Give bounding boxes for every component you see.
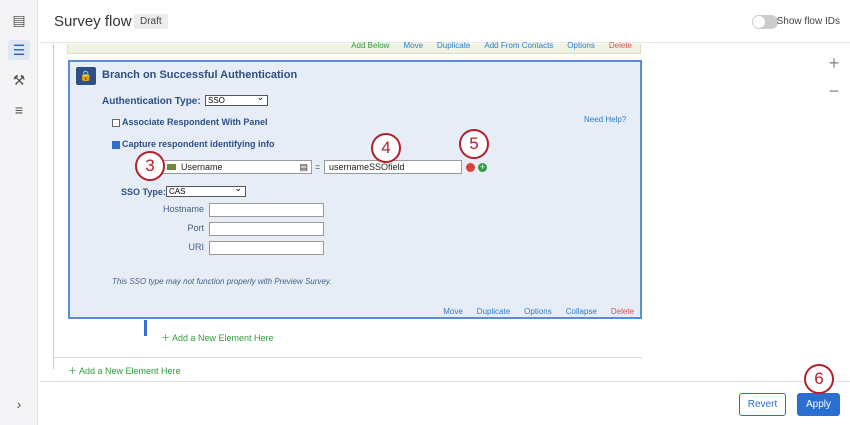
need-help-link[interactable]: Need Help? [584, 115, 626, 124]
auth-type-select[interactable]: SSO [205, 93, 268, 106]
page-title: Survey flow [54, 13, 132, 30]
equals-sign: = [315, 162, 321, 172]
move-link[interactable]: Move [443, 307, 463, 316]
port-label: Port [187, 223, 204, 233]
footer: Revert Apply [39, 381, 850, 425]
add-from-contacts-link[interactable]: Add From Contacts [484, 41, 553, 50]
status-badge: Draft [134, 14, 168, 29]
options-link[interactable]: Options [567, 41, 595, 50]
uri-input[interactable] [209, 241, 324, 255]
toggle-label: Show flow IDs [776, 16, 840, 27]
add-inner-label: Add a New Element Here [172, 333, 274, 343]
apply-button[interactable]: Apply [797, 393, 840, 416]
add-element-outer-link[interactable]: ＋ Add a New Element Here [68, 364, 181, 377]
zoom-in-button[interactable]: + [821, 53, 847, 77]
field-icon [167, 164, 176, 170]
look-and-feel-icon[interactable]: ⚒ [8, 70, 30, 90]
add-below-link[interactable]: Add Below [351, 41, 389, 50]
revert-button[interactable]: Revert [739, 393, 786, 416]
move-link[interactable]: Move [403, 41, 423, 50]
zoom-out-button[interactable]: − [821, 81, 847, 105]
flow-canvas: Add Below Move Duplicate Add From Contac… [39, 41, 850, 381]
capture-checkbox[interactable]: Capture respondent identifying info [112, 139, 275, 149]
sidebar: ▤ ☰ ⚒ ≡ › [0, 0, 38, 425]
header: Survey flow Draft Show flow IDs [39, 0, 850, 43]
duplicate-link[interactable]: Duplicate [477, 307, 510, 316]
callout-3: 3 [135, 151, 165, 181]
delete-link[interactable]: Delete [611, 307, 634, 316]
associate-label: Associate Respondent With Panel [122, 117, 268, 127]
hostname-input[interactable] [209, 203, 324, 217]
callout-5: 5 [459, 129, 489, 159]
divider [54, 357, 642, 358]
remove-icon[interactable] [466, 163, 475, 172]
callout-4: 4 [371, 133, 401, 163]
sso-warning-note: This SSO type may not function properly … [112, 277, 332, 286]
branch-arrow-icon [144, 320, 147, 336]
field-picker-icon[interactable]: ▤ [299, 161, 308, 173]
add-outer-label: Add a New Element Here [79, 366, 181, 376]
uri-label: URI [188, 242, 205, 252]
callout-6: 6 [804, 364, 834, 394]
authenticator-branch: 🔒 Branch on Successful Authentication Au… [68, 60, 642, 319]
sso-type-label: SSO Type: [121, 187, 166, 197]
field-name: Username [181, 162, 223, 172]
collapse-link[interactable]: Collapse [566, 307, 597, 316]
survey-icon[interactable]: ▤ [8, 10, 30, 30]
auth-type-label: Authentication Type: [102, 96, 201, 107]
delete-link[interactable]: Delete [609, 41, 632, 50]
survey-options-icon[interactable]: ≡ [8, 100, 30, 120]
add-icon[interactable]: + [478, 163, 487, 172]
flow-line [53, 44, 54, 369]
associate-checkbox[interactable]: Associate Respondent With Panel [112, 117, 267, 127]
lock-icon: 🔒 [76, 67, 96, 85]
duplicate-link[interactable]: Duplicate [437, 41, 470, 50]
sso-type-select[interactable]: CAS [166, 184, 246, 197]
field-name-input[interactable]: Username ▤ [162, 160, 312, 174]
hostname-label: Hostname [162, 204, 204, 214]
branch-title: Branch on Successful Authentication [102, 69, 298, 81]
port-input[interactable] [209, 222, 324, 236]
field-value-input[interactable]: usernameSSOfield [324, 160, 462, 174]
show-flow-ids-toggle[interactable] [752, 15, 778, 29]
expand-chevron-icon[interactable]: › [8, 394, 30, 414]
add-element-inner-link[interactable]: ＋ Add a New Element Here [161, 331, 274, 344]
previous-element: Add Below Move Duplicate Add From Contac… [67, 41, 641, 54]
survey-flow-icon[interactable]: ☰ [8, 40, 30, 60]
options-link[interactable]: Options [524, 307, 552, 316]
capture-label: Capture respondent identifying info [122, 139, 275, 149]
